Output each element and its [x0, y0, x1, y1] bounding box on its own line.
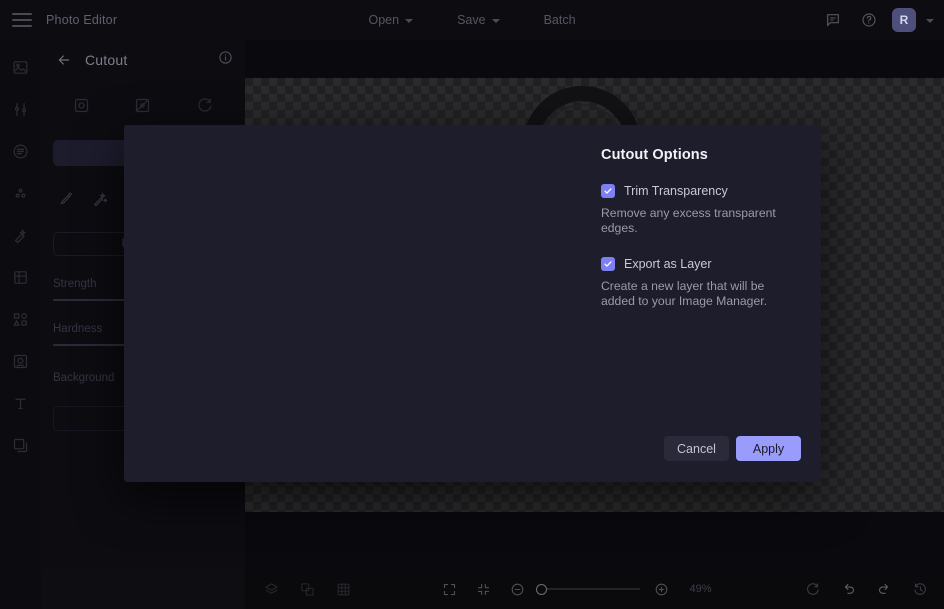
sidebar-item-cutout[interactable] [6, 346, 36, 376]
refresh-icon[interactable] [800, 577, 824, 601]
option-row: Export as Layer [601, 257, 799, 271]
batch-label: Batch [543, 13, 576, 27]
trim-transparency-checkbox[interactable] [601, 184, 615, 198]
dialog-actions: Cancel Apply [664, 436, 801, 461]
sidebar-item-text[interactable] [6, 388, 36, 418]
chat-icon[interactable] [820, 7, 846, 33]
collapse-icon[interactable] [472, 577, 496, 601]
avatar[interactable]: R [892, 8, 916, 32]
cutout-options-dialog: Cutout Options Trim Transparency Remove … [124, 125, 821, 482]
sidebar-item-elements[interactable] [6, 304, 36, 334]
grid-icon[interactable] [331, 577, 355, 601]
zoom-percentage: 49% [689, 583, 712, 595]
bottom-left-tools [259, 577, 355, 601]
minus-circle-icon[interactable] [506, 577, 530, 601]
app-title: Photo Editor [46, 13, 118, 27]
zoom-controls: 49% [438, 577, 718, 601]
bottom-toolbar: 49% [245, 569, 944, 609]
chevron-down-icon [491, 18, 500, 23]
export-as-layer-checkbox[interactable] [601, 257, 615, 271]
sidebar-item-adjust[interactable] [6, 94, 36, 124]
plus-circle-icon[interactable] [650, 577, 674, 601]
cancel-button[interactable]: Cancel [664, 436, 729, 461]
top-bar-right: R [820, 0, 934, 40]
question-circle-icon[interactable] [856, 7, 882, 33]
history-icon[interactable] [908, 577, 932, 601]
zoom-slider-knob[interactable] [535, 583, 547, 595]
export-as-layer-description: Create a new layer that will be added to… [601, 279, 767, 308]
open-button[interactable]: Open [359, 8, 422, 32]
apply-button[interactable]: Apply [736, 436, 801, 461]
hamburger-icon[interactable] [12, 13, 32, 27]
undo-icon[interactable] [836, 577, 860, 601]
dialog-content: Cutout Options Trim Transparency Remove … [584, 125, 821, 482]
save-button[interactable]: Save [448, 8, 509, 32]
chevron-down-icon[interactable] [926, 18, 934, 23]
export-as-layer-label: Export as Layer [624, 257, 712, 271]
top-bar: Photo Editor Open Save Batch R [0, 0, 944, 40]
sidebar-item-image[interactable] [6, 52, 36, 82]
save-label: Save [457, 13, 486, 27]
sidebar-item-filters[interactable] [6, 136, 36, 166]
transform-icon[interactable] [295, 577, 319, 601]
fit-screen-icon[interactable] [438, 577, 462, 601]
option-trim-transparency: Trim Transparency Remove any excess tran… [601, 184, 799, 236]
top-bar-actions: Open Save Batch [0, 0, 944, 40]
zoom-slider[interactable] [535, 583, 640, 595]
option-export-as-layer: Export as Layer Create a new layer that … [601, 257, 799, 309]
sidebar-item-layers[interactable] [6, 430, 36, 460]
sidebar-item-frames[interactable] [6, 262, 36, 292]
photo-editor-app: Photo Editor Open Save Batch R Cutout St… [0, 0, 944, 609]
open-label: Open [368, 13, 400, 27]
chevron-down-icon [405, 18, 414, 23]
trim-transparency-label: Trim Transparency [624, 184, 728, 198]
sidebar-item-retouch[interactable] [6, 220, 36, 250]
history-controls [800, 577, 932, 601]
redo-icon[interactable] [872, 577, 896, 601]
option-row: Trim Transparency [601, 184, 799, 198]
stack-icon[interactable] [259, 577, 283, 601]
trim-transparency-description: Remove any excess transparent edges. [601, 206, 776, 235]
sidebar-item-effects[interactable] [6, 178, 36, 208]
dialog-title: Cutout Options [601, 147, 708, 163]
left-tool-rail [0, 40, 41, 609]
batch-button[interactable]: Batch [535, 8, 585, 32]
